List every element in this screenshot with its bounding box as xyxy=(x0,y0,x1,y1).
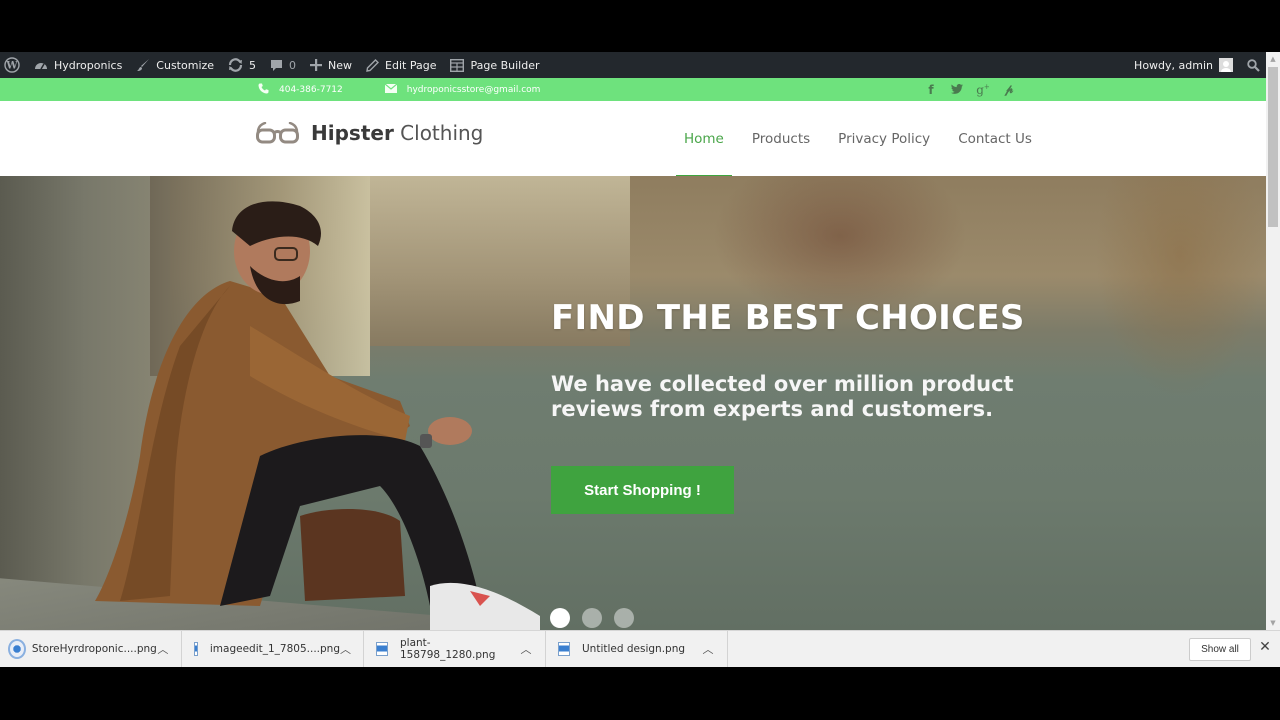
hero-subtitle-line1: We have collected over million product xyxy=(551,372,1014,396)
admin-bar-search[interactable] xyxy=(1240,52,1266,78)
top-contact-bar: 404-386-7712 hydroponicsstore@gmail.com … xyxy=(0,78,1266,101)
hero-content: FIND THE BEST CHOICES We have collected … xyxy=(551,298,1071,422)
main-nav: Home Products Privacy Policy Contact Us xyxy=(670,101,1046,179)
image-file-icon xyxy=(558,642,570,656)
nav-item-products[interactable]: Products xyxy=(738,101,824,176)
chevron-up-icon[interactable]: ︿ xyxy=(157,641,169,657)
site-title-bold: Hipster xyxy=(311,121,394,145)
facebook-icon[interactable]: f xyxy=(918,83,944,97)
download-item[interactable]: plant-158798_1280.png ︿ xyxy=(364,630,546,668)
admin-bar-comments[interactable]: 0 xyxy=(263,52,303,78)
site-name: Hydroponics xyxy=(54,58,123,72)
pinterest-icon[interactable]: 𝓅 xyxy=(996,82,1022,97)
slider-dot-3[interactable] xyxy=(614,608,634,628)
show-all-downloads-button[interactable]: Show all xyxy=(1189,638,1251,661)
social-links: f g+ 𝓅 xyxy=(918,78,1022,101)
dashboard-icon xyxy=(34,59,48,71)
download-filename: imageedit_1_7805....png xyxy=(209,643,340,655)
updates-icon xyxy=(228,58,243,72)
avatar xyxy=(1219,58,1233,72)
browser-viewport: W Hydroponics Customize 5 0 New Edit Pag… xyxy=(0,52,1280,630)
nav-item-contact-us[interactable]: Contact Us xyxy=(944,101,1046,176)
close-icon[interactable]: ✕ xyxy=(1257,639,1273,659)
phone-icon xyxy=(258,83,269,97)
start-shopping-button[interactable]: Start Shopping ! xyxy=(551,466,734,514)
page-builder-label: Page Builder xyxy=(470,58,540,72)
page-scrollbar[interactable]: ▲ ▼ xyxy=(1266,52,1280,630)
image-file-icon xyxy=(8,639,26,659)
download-filename: StoreHyrdroponic....png xyxy=(31,643,157,655)
hero-subtitle: We have collected over million product r… xyxy=(551,372,1071,422)
admin-bar-page-builder[interactable]: Page Builder xyxy=(443,52,546,78)
hero-subtitle-line2: reviews from experts and customers. xyxy=(551,397,994,421)
howdy-greeting: Howdy, admin xyxy=(1134,58,1213,72)
pencil-icon xyxy=(366,58,380,72)
slider-pagination xyxy=(550,608,646,628)
nav-item-home[interactable]: Home xyxy=(670,101,738,179)
site-logo[interactable]: Hipster Clothing xyxy=(256,121,483,145)
new-label: New xyxy=(328,58,353,72)
admin-bar-new[interactable]: New xyxy=(303,52,359,78)
hero-title: FIND THE BEST CHOICES xyxy=(551,298,1025,338)
edit-page-label: Edit Page xyxy=(385,58,437,72)
download-item[interactable]: imageedit_1_7805....png ︿ xyxy=(182,630,364,668)
letterbox-top xyxy=(0,0,1280,52)
image-file-icon xyxy=(194,642,198,656)
site-title: Hipster Clothing xyxy=(311,121,483,145)
letterbox-bottom xyxy=(0,667,1280,720)
contact-info: 404-386-7712 hydroponicsstore@gmail.com xyxy=(258,78,582,101)
envelope-icon xyxy=(384,83,398,96)
download-filename: Untitled design.png xyxy=(582,643,686,655)
svg-text:W: W xyxy=(5,61,18,72)
scroll-up-arrow-icon[interactable]: ▲ xyxy=(1266,52,1280,66)
phone-item[interactable]: 404-386-7712 xyxy=(258,83,343,97)
search-icon xyxy=(1247,58,1260,72)
download-shelf: StoreHyrdroponic....png ︿ imageedit_1_78… xyxy=(0,630,1280,668)
slider-dot-1[interactable] xyxy=(550,608,570,628)
wp-admin-bar: W Hydroponics Customize 5 0 New Edit Pag… xyxy=(0,52,1266,78)
google-plus-icon[interactable]: g+ xyxy=(970,83,996,97)
admin-bar-wordpress[interactable]: W xyxy=(0,52,27,78)
site-title-light: Clothing xyxy=(400,121,484,145)
nav-item-privacy-policy[interactable]: Privacy Policy xyxy=(824,101,944,176)
admin-bar-customize[interactable]: Customize xyxy=(129,52,221,78)
comments-count: 0 xyxy=(289,58,297,72)
chevron-up-icon[interactable]: ︿ xyxy=(519,641,533,657)
chevron-up-icon[interactable]: ︿ xyxy=(701,641,715,657)
email-item[interactable]: hydroponicsstore@gmail.com xyxy=(384,83,541,96)
download-item[interactable]: Untitled design.png ︿ xyxy=(546,630,728,668)
image-file-icon xyxy=(376,642,388,656)
comment-icon xyxy=(270,59,283,72)
chevron-up-icon[interactable]: ︿ xyxy=(340,641,351,657)
slider-dot-2[interactable] xyxy=(582,608,602,628)
admin-bar-updates[interactable]: 5 xyxy=(221,52,263,78)
plus-icon xyxy=(310,59,323,71)
admin-bar-site[interactable]: Hydroponics xyxy=(27,52,129,78)
email-address: hydroponicsstore@gmail.com xyxy=(406,84,541,95)
updates-count: 5 xyxy=(249,58,257,72)
phone-number: 404-386-7712 xyxy=(279,84,343,95)
wordpress-icon: W xyxy=(4,57,20,73)
download-item[interactable]: StoreHyrdroponic....png ︿ xyxy=(0,630,182,668)
twitter-icon[interactable] xyxy=(944,83,970,97)
admin-bar-edit-page[interactable]: Edit Page xyxy=(359,52,443,78)
admin-bar-account[interactable]: Howdy, admin xyxy=(1127,52,1240,78)
site-header: Hipster Clothing Home Products Privacy P… xyxy=(0,101,1266,179)
brush-icon xyxy=(136,58,150,72)
hero-slider: FIND THE BEST CHOICES We have collected … xyxy=(0,176,1266,630)
scroll-down-arrow-icon[interactable]: ▼ xyxy=(1266,616,1280,630)
customize-label: Customize xyxy=(156,58,215,72)
page-builder-icon xyxy=(450,58,465,72)
glasses-icon xyxy=(256,122,299,144)
hero-image-man xyxy=(95,201,540,630)
download-filename: plant-158798_1280.png xyxy=(400,637,496,661)
scrollbar-thumb[interactable] xyxy=(1268,67,1278,227)
